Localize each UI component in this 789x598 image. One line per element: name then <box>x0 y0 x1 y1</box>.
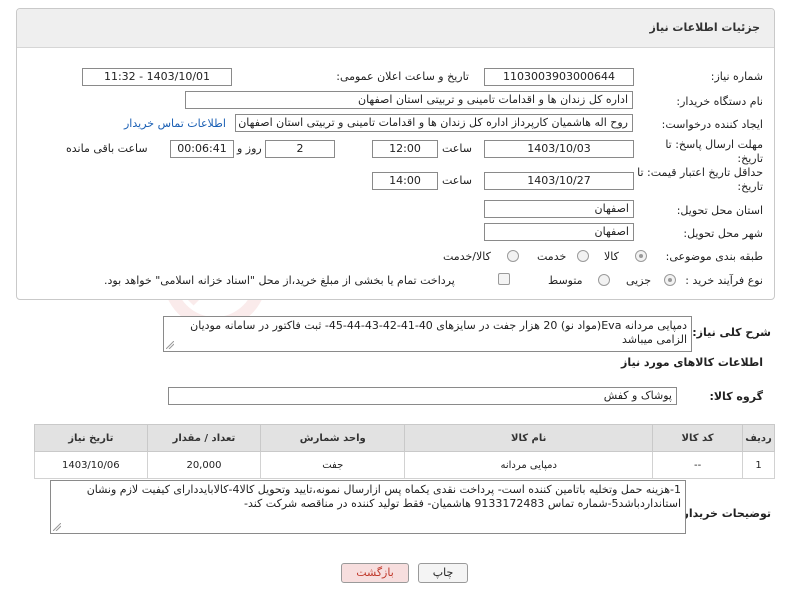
cell-row: 1 <box>742 451 775 479</box>
validity-date-label: تاریخ: <box>737 180 763 193</box>
buyer-contact-link[interactable]: اطلاعات تماس خریدار <box>124 117 226 130</box>
validity-label: حداقل تاریخ اعتبار قیمت: تا <box>637 166 763 179</box>
resize-grip-icon[interactable] <box>53 523 61 531</box>
buyer-org-label: نام دستگاه خریدار: <box>676 95 763 108</box>
category-radio-goods[interactable] <box>635 250 647 262</box>
category-radio-service[interactable] <box>577 250 589 262</box>
validity-time-field[interactable]: 14:00 <box>372 172 438 190</box>
goods-group-field[interactable]: پوشاک و کفش <box>168 387 677 405</box>
goods-group-label: گروه کالا: <box>709 390 763 403</box>
treasury-checkbox[interactable] <box>498 273 510 285</box>
cell-name: دمپایی مردانه <box>404 451 654 479</box>
deadline-time-field[interactable]: 12:00 <box>372 140 438 158</box>
purchase-option-medium: متوسط <box>548 274 583 287</box>
col-need-date: تاریخ نیاز <box>34 424 148 452</box>
cell-code: -- <box>652 451 743 479</box>
category-option-goods-service: کالا/خدمت <box>443 250 491 263</box>
need-number-label: شماره نیاز: <box>710 70 763 83</box>
goods-section-title: اطلاعات کالاهای مورد نیاز <box>621 356 763 369</box>
description-content: دمپایی مردانه Eva(مواد نو) 20 هزار جفت د… <box>190 319 687 346</box>
announce-datetime-field[interactable]: 1403/10/01 - 11:32 <box>82 68 232 86</box>
goods-table: ردیف کد کالا نام کالا واحد شمارش تعداد /… <box>34 424 775 479</box>
panel-title: جزئیات اطلاعات نیاز <box>649 21 761 34</box>
buyer-org-field[interactable]: اداره کل زندان ها و اقدامات تامینی و ترب… <box>185 91 633 109</box>
city-field[interactable]: اصفهان <box>484 223 634 241</box>
deadline-date-field[interactable]: 1403/10/03 <box>484 140 634 158</box>
table-row[interactable]: 1 -- دمپایی مردانه جفت 20,000 1403/10/06 <box>34 451 775 479</box>
cell-quantity: 20,000 <box>146 451 262 479</box>
remaining-label: ساعت باقی مانده <box>66 142 148 155</box>
requester-label: ایجاد کننده درخواست: <box>661 118 763 131</box>
days-remaining-field[interactable]: 2 <box>265 140 335 158</box>
panel-header: جزئیات اطلاعات نیاز <box>17 9 774 48</box>
print-button[interactable]: چاپ <box>418 563 468 583</box>
deadline-time-label: ساعت <box>442 142 472 155</box>
description-text: دمپایی مردانه Eva(مواد نو) 20 هزار جفت د… <box>163 316 692 352</box>
requester-field[interactable]: روح اله هاشمیان کارپرداز اداره کل زندان … <box>235 114 633 132</box>
col-code: کد کالا <box>652 424 743 452</box>
purchase-option-minor: جزیی <box>626 274 652 287</box>
table-header-row: ردیف کد کالا نام کالا واحد شمارش تعداد /… <box>34 424 775 452</box>
col-name: نام کالا <box>404 424 654 452</box>
col-unit: واحد شمارش <box>260 424 406 452</box>
validity-time-label: ساعت <box>442 174 472 187</box>
cell-need-date: 1403/10/06 <box>34 451 148 479</box>
deadline-label: مهلت ارسال پاسخ: تا <box>665 138 763 151</box>
need-number-field[interactable]: 1103003903000644 <box>484 68 634 86</box>
announce-label: تاریخ و ساعت اعلان عمومی: <box>336 70 469 83</box>
description-label: شرح کلی نیاز: <box>692 326 771 339</box>
province-label: استان محل تحویل: <box>676 204 763 217</box>
buyer-notes-content: 1-هزینه حمل وتخلیه باتامین کننده است- پر… <box>86 483 681 510</box>
days-label: روز و <box>237 142 262 155</box>
col-quantity: تعداد / مقدار <box>146 424 262 452</box>
purchase-radio-medium[interactable] <box>598 274 610 286</box>
validity-date-field[interactable]: 1403/10/27 <box>484 172 634 190</box>
category-radio-goods-service[interactable] <box>507 250 519 262</box>
province-field[interactable]: اصفهان <box>484 200 634 218</box>
category-option-goods: کالا <box>604 250 619 263</box>
buyer-notes-text: 1-هزینه حمل وتخلیه باتامین کننده است- پر… <box>50 480 686 534</box>
treasury-note: پرداخت تمام یا بخشی از مبلغ خرید،از محل … <box>104 274 455 287</box>
purchase-type-label: نوع فرآیند خرید : <box>685 274 763 287</box>
resize-grip-icon[interactable] <box>166 341 174 349</box>
deadline-date-label: تاریخ: <box>737 152 763 165</box>
back-button[interactable]: بازگشت <box>341 563 409 583</box>
city-label: شهر محل تحویل: <box>683 227 763 240</box>
category-label: طبقه بندی موضوعی: <box>665 250 763 263</box>
buyer-notes-label: توضیحات خریدار: <box>678 507 771 520</box>
category-option-service: خدمت <box>537 250 567 263</box>
time-remaining-field[interactable]: 00:06:41 <box>170 140 234 158</box>
col-row: ردیف <box>742 424 775 452</box>
purchase-radio-minor[interactable] <box>664 274 676 286</box>
cell-unit: جفت <box>260 451 406 479</box>
